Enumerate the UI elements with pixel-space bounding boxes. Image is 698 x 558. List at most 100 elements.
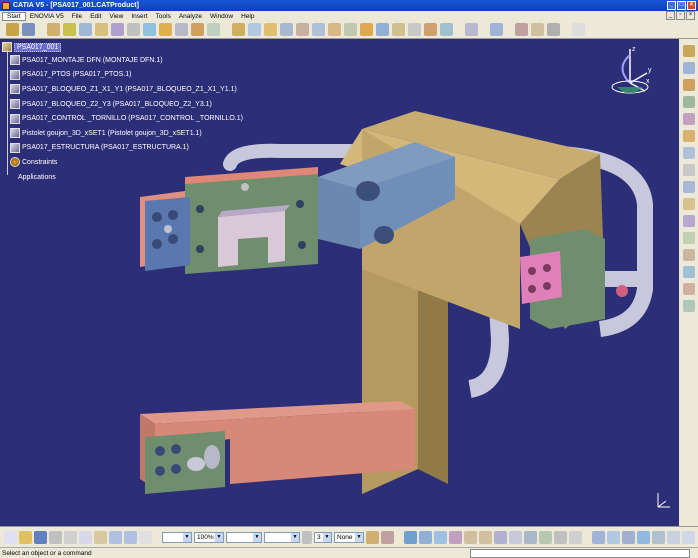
menu-help[interactable]: Help bbox=[237, 13, 258, 20]
datum-icon[interactable] bbox=[682, 300, 695, 312]
graph-tree-icon[interactable] bbox=[127, 23, 140, 36]
capture-icon[interactable] bbox=[682, 232, 695, 244]
generate-numbering-icon[interactable] bbox=[143, 23, 156, 36]
zoom-area-icon[interactable] bbox=[622, 530, 635, 544]
angle-constraint-icon[interactable] bbox=[344, 23, 357, 36]
menu-analyze[interactable]: Analyze bbox=[175, 13, 206, 20]
undo-icon[interactable] bbox=[109, 530, 122, 544]
constraint-icon[interactable] bbox=[682, 79, 695, 91]
point-icon[interactable] bbox=[302, 530, 312, 544]
fly-mode-icon[interactable] bbox=[404, 530, 417, 544]
new-component-icon[interactable] bbox=[47, 23, 60, 36]
distance-icon[interactable] bbox=[682, 147, 695, 159]
rotate-icon[interactable] bbox=[449, 530, 462, 544]
whats-this-icon[interactable] bbox=[139, 530, 152, 544]
menu-window[interactable]: Window bbox=[206, 13, 237, 20]
tree-node-ptos[interactable]: PSA017_PTOS (PSA017_PTOS.1) bbox=[2, 68, 243, 83]
fix-together-icon[interactable] bbox=[376, 23, 389, 36]
scene-icon[interactable] bbox=[547, 23, 560, 36]
view-icon[interactable] bbox=[682, 249, 695, 261]
selective-load-icon[interactable] bbox=[159, 23, 172, 36]
fix-component-icon[interactable] bbox=[360, 23, 373, 36]
tolerance-icon[interactable] bbox=[682, 215, 695, 227]
tree-node-bloqueo-z1[interactable]: PSA017_BLOQUEO_Z1_X1_Y1 (PSA017_BLOQUEO_… bbox=[2, 82, 243, 97]
change-constraint-icon[interactable] bbox=[424, 23, 437, 36]
workbench-icon[interactable] bbox=[22, 23, 35, 36]
update-icon[interactable] bbox=[465, 23, 478, 36]
new-part-icon[interactable] bbox=[79, 23, 92, 36]
dimension-icon[interactable] bbox=[682, 198, 695, 210]
tree-node-bloqueo-z2[interactable]: PSA017_BLOQUEO_Z2_Y3 (PSA017_BLOQUEO_Z2_… bbox=[2, 97, 243, 112]
pan-icon[interactable] bbox=[434, 530, 447, 544]
iso-view-icon[interactable] bbox=[637, 530, 650, 544]
text-icon[interactable] bbox=[682, 283, 695, 295]
catalog-browser-icon[interactable] bbox=[515, 23, 528, 36]
normal-view-icon[interactable] bbox=[494, 530, 507, 544]
menu-tools[interactable]: Tools bbox=[152, 13, 175, 20]
print-icon[interactable] bbox=[49, 530, 62, 544]
paste-icon[interactable] bbox=[94, 530, 107, 544]
menu-view[interactable]: View bbox=[105, 13, 127, 20]
view-mode-icon[interactable] bbox=[539, 530, 552, 544]
zoom-out-icon[interactable] bbox=[479, 530, 492, 544]
space-analysis-icon[interactable] bbox=[682, 96, 695, 108]
sectioning-icon[interactable] bbox=[682, 130, 695, 142]
doc-minimize-button[interactable]: _ bbox=[666, 11, 675, 20]
close-button[interactable]: × bbox=[687, 1, 696, 10]
format-painter-icon[interactable] bbox=[366, 530, 379, 544]
replace-component-icon[interactable] bbox=[111, 23, 124, 36]
annotation-icon[interactable] bbox=[682, 164, 695, 176]
edges-icon[interactable] bbox=[667, 530, 680, 544]
maximize-button[interactable]: □ bbox=[677, 1, 686, 10]
fast-multi-instantiation-icon[interactable] bbox=[207, 23, 220, 36]
tree-root[interactable]: PSA017_001 bbox=[2, 41, 243, 53]
zoom-in-icon[interactable] bbox=[464, 530, 477, 544]
stop-manipulate-icon[interactable] bbox=[280, 23, 293, 36]
menu-edit[interactable]: Edit bbox=[86, 13, 105, 20]
offset-constraint-icon[interactable] bbox=[328, 23, 341, 36]
menu-file[interactable]: File bbox=[68, 13, 86, 20]
open-file-icon[interactable] bbox=[19, 530, 32, 544]
layer-select[interactable]: None ▼ bbox=[334, 531, 364, 543]
menu-enovia[interactable]: ENOVIA V5 bbox=[26, 13, 68, 20]
quick-view-icon[interactable] bbox=[524, 530, 537, 544]
multi-instantiation-icon[interactable] bbox=[191, 23, 204, 36]
copy-icon[interactable] bbox=[79, 530, 92, 544]
manage-representations-icon[interactable] bbox=[175, 23, 188, 36]
fill-color-select[interactable]: ▼ bbox=[162, 531, 192, 543]
3d-viewport[interactable]: PSA017_001 PSA017_MONTAJE DFN (MONTAJE D… bbox=[0, 39, 679, 526]
measure-icon[interactable] bbox=[490, 23, 503, 36]
fit-all-in-icon[interactable] bbox=[592, 530, 605, 544]
command-input[interactable] bbox=[470, 548, 690, 558]
manipulation-icon[interactable] bbox=[232, 23, 245, 36]
multi-view-icon[interactable] bbox=[509, 530, 522, 544]
tools-palette-icon[interactable] bbox=[531, 23, 544, 36]
move-icon[interactable] bbox=[682, 62, 695, 74]
product-structure-icon[interactable] bbox=[682, 45, 695, 57]
existing-component-icon[interactable] bbox=[95, 23, 108, 36]
save-icon[interactable] bbox=[34, 530, 47, 544]
contact-constraint-icon[interactable] bbox=[312, 23, 325, 36]
pan-mode-icon[interactable] bbox=[607, 530, 620, 544]
new-file-icon[interactable] bbox=[4, 530, 17, 544]
fit-all-icon[interactable] bbox=[419, 530, 432, 544]
explode-icon[interactable] bbox=[264, 23, 277, 36]
number-select[interactable]: 3 ▼ bbox=[314, 531, 332, 543]
reference-icon[interactable] bbox=[682, 181, 695, 193]
tree-node-control-tornillo[interactable]: PSA017_CONTROL _TORNILLO (PSA017_CONTROL… bbox=[2, 111, 243, 126]
redo-icon[interactable] bbox=[124, 530, 137, 544]
tree-node-applications[interactable]: Applications bbox=[2, 170, 243, 185]
tree-node-montaje-dfn[interactable]: PSA017_MONTAJE DFN (MONTAJE DFN.1) bbox=[2, 53, 243, 68]
tree-node-pistolet[interactable]: Pistolet goujon_3D_xSET1 (Pistolet goujo… bbox=[2, 126, 243, 141]
line-weight-select[interactable]: ▼ bbox=[264, 531, 300, 543]
minimize-button[interactable]: _ bbox=[667, 1, 676, 10]
coincidence-constraint-icon[interactable] bbox=[296, 23, 309, 36]
flexible-subassembly-icon[interactable] bbox=[408, 23, 421, 36]
reuse-pattern-icon[interactable] bbox=[440, 23, 453, 36]
more-commands-icon[interactable] bbox=[572, 23, 585, 36]
filter-icon[interactable] bbox=[682, 266, 695, 278]
quick-constraint-icon[interactable] bbox=[392, 23, 405, 36]
doc-restore-button[interactable]: ▫ bbox=[676, 11, 685, 20]
new-product-icon[interactable] bbox=[63, 23, 76, 36]
zoom-select[interactable]: 100% ▼ bbox=[194, 531, 224, 543]
